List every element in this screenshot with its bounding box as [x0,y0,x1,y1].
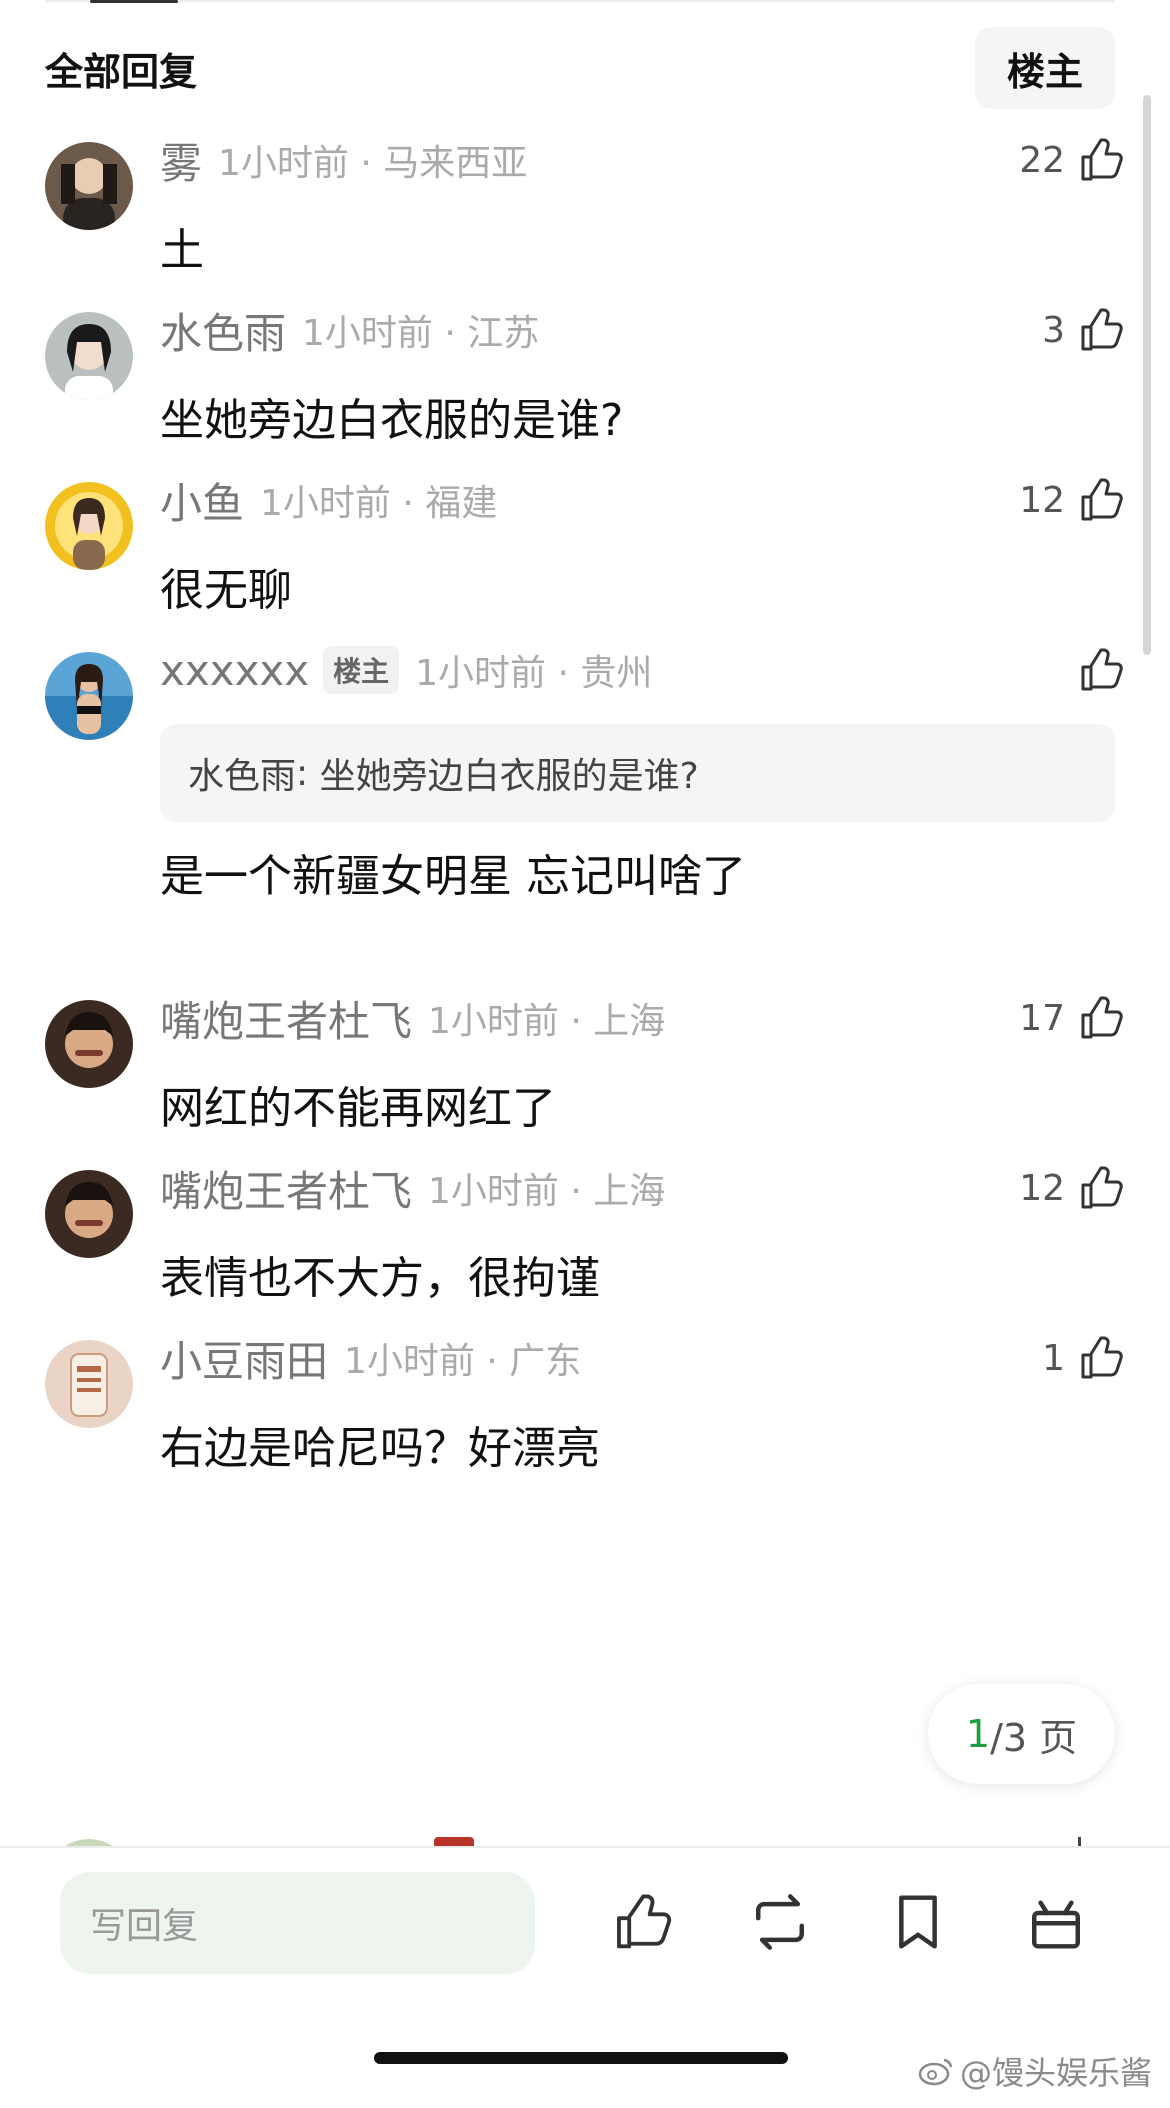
like-count: 3 [1042,309,1065,351]
top-divider [45,0,1115,2]
comment-text[interactable]: 是一个新疆女明星 忘记叫啥了 [160,840,746,904]
time-location: 1小时前 · 马来西亚 [218,143,528,184]
like-button[interactable] [1065,640,1125,700]
bookmark-icon [899,1895,937,1949]
watermark-text: @馒头娱乐酱 [959,2054,1152,2092]
like-button[interactable]: 12 [1019,1158,1125,1218]
thumbs-up-icon [1081,138,1123,181]
thumbs-up-icon [1081,308,1123,351]
comment-text[interactable]: 网红的不能再网红了 [160,1072,556,1136]
avatar[interactable] [45,312,133,400]
comment-text[interactable]: 表情也不大方，很拘谨 [160,1242,600,1306]
avatar[interactable] [45,1340,133,1428]
like-button[interactable]: 12 [1019,470,1125,530]
time-location: 1小时前 · 福建 [260,483,498,524]
username[interactable]: 嘴炮王者杜飞 [160,1158,412,1219]
watermark: @馒头娱乐酱 [918,2048,1152,2094]
avatar[interactable] [45,482,133,570]
owner-only-filter-button[interactable]: 楼主 [975,27,1115,109]
comment-meta: 嘴炮王者杜飞 1小时前 · 上海 [160,1158,665,1218]
avatar[interactable] [45,652,133,740]
comment-meta: 雾 1小时前 · 马来西亚 [160,130,527,190]
thumbs-up-icon [1081,1336,1123,1379]
comment-text[interactable]: 坐她旁边白衣服的是谁? [160,384,623,448]
like-count: 22 [1019,139,1065,181]
comment-meta: 嘴炮王者杜飞 1小时前 · 上海 [160,988,665,1048]
comment-meta: 水色雨 1小时前 · 江苏 [160,300,539,360]
quoted-reply[interactable]: 水色雨: 坐她旁边白衣服的是谁? [160,724,1115,822]
section-title: 全部回复 [45,49,198,94]
time-location: 1小时前 · 江苏 [302,313,540,354]
comment-item: xxxxxx 楼主 1小时前 · 贵州 水色雨: 坐她旁边白衣服的是谁? 是一个… [0,640,1170,940]
avatar[interactable] [45,142,133,230]
gift-icon [1032,1900,1080,1949]
username[interactable]: 雾 [160,130,202,191]
owner-badge: 楼主 [323,646,400,694]
like-count: 1 [1042,1337,1065,1379]
like-count: 17 [1019,997,1065,1039]
bookmark-button[interactable] [886,1890,950,1954]
quote-separator: : [296,752,309,794]
comment-text[interactable]: 很无聊 [160,554,292,618]
page-indicator[interactable]: 1/3 页 [928,1684,1115,1784]
time-location: 1小时前 · 贵州 [415,653,653,694]
comment-meta: 小鱼 1小时前 · 福建 [160,470,497,530]
time-location: 1小时前 · 广东 [344,1341,582,1382]
bottom-action-bar: 写回复 @馒头娱乐酱 [0,1846,1170,2108]
repost-button[interactable] [748,1890,812,1954]
like-post-button[interactable] [610,1890,674,1954]
thumbs-up-icon [617,1894,672,1949]
thumbs-up-icon [1081,996,1123,1039]
comment-text[interactable]: 右边是哈尼吗？好漂亮 [160,1412,600,1476]
reply-input[interactable]: 写回复 [60,1872,535,1974]
time-location: 1小时前 · 上海 [428,1001,666,1042]
like-count: 12 [1019,479,1065,521]
replies-header: 全部回复 楼主 [45,27,1115,109]
weibo-logo-icon [918,2058,953,2086]
comment-item: 小豆雨田 1小时前 · 广东 右边是哈尼吗？好漂亮 1 [0,1328,1170,1528]
comment-meta: xxxxxx 楼主 1小时前 · 贵州 [160,640,652,700]
gift-button[interactable] [1024,1890,1088,1954]
thumbs-up-icon [1081,1166,1123,1209]
avatar[interactable] [45,1000,133,1088]
like-button[interactable]: 17 [1019,988,1125,1048]
comment-meta: 小豆雨田 1小时前 · 广东 [160,1328,581,1388]
home-indicator[interactable] [374,2052,788,2064]
avatar[interactable] [45,1170,133,1258]
username[interactable]: 小豆雨田 [160,1328,328,1389]
thumbs-up-icon [1081,478,1123,521]
like-button[interactable]: 3 [1042,300,1125,360]
like-button[interactable]: 22 [1019,130,1125,190]
quoted-text: 坐她旁边白衣服的是谁? [319,756,699,797]
time-location: 1小时前 · 上海 [428,1171,666,1212]
current-page: 1 [965,1712,991,1756]
total-pages: /3 页 [990,1715,1078,1760]
username[interactable]: xxxxxx [160,646,309,695]
username[interactable]: 嘴炮王者杜飞 [160,988,412,1049]
quoted-username: 水色雨 [188,756,297,797]
like-count: 12 [1019,1167,1065,1209]
username[interactable]: 小鱼 [160,470,244,531]
tab-indicator [90,0,178,3]
repost-icon [756,1894,804,1950]
comment-text[interactable]: 土 [160,214,204,278]
like-button[interactable]: 1 [1042,1328,1125,1388]
thumbs-up-icon [1081,648,1123,691]
username[interactable]: 水色雨 [160,300,286,361]
